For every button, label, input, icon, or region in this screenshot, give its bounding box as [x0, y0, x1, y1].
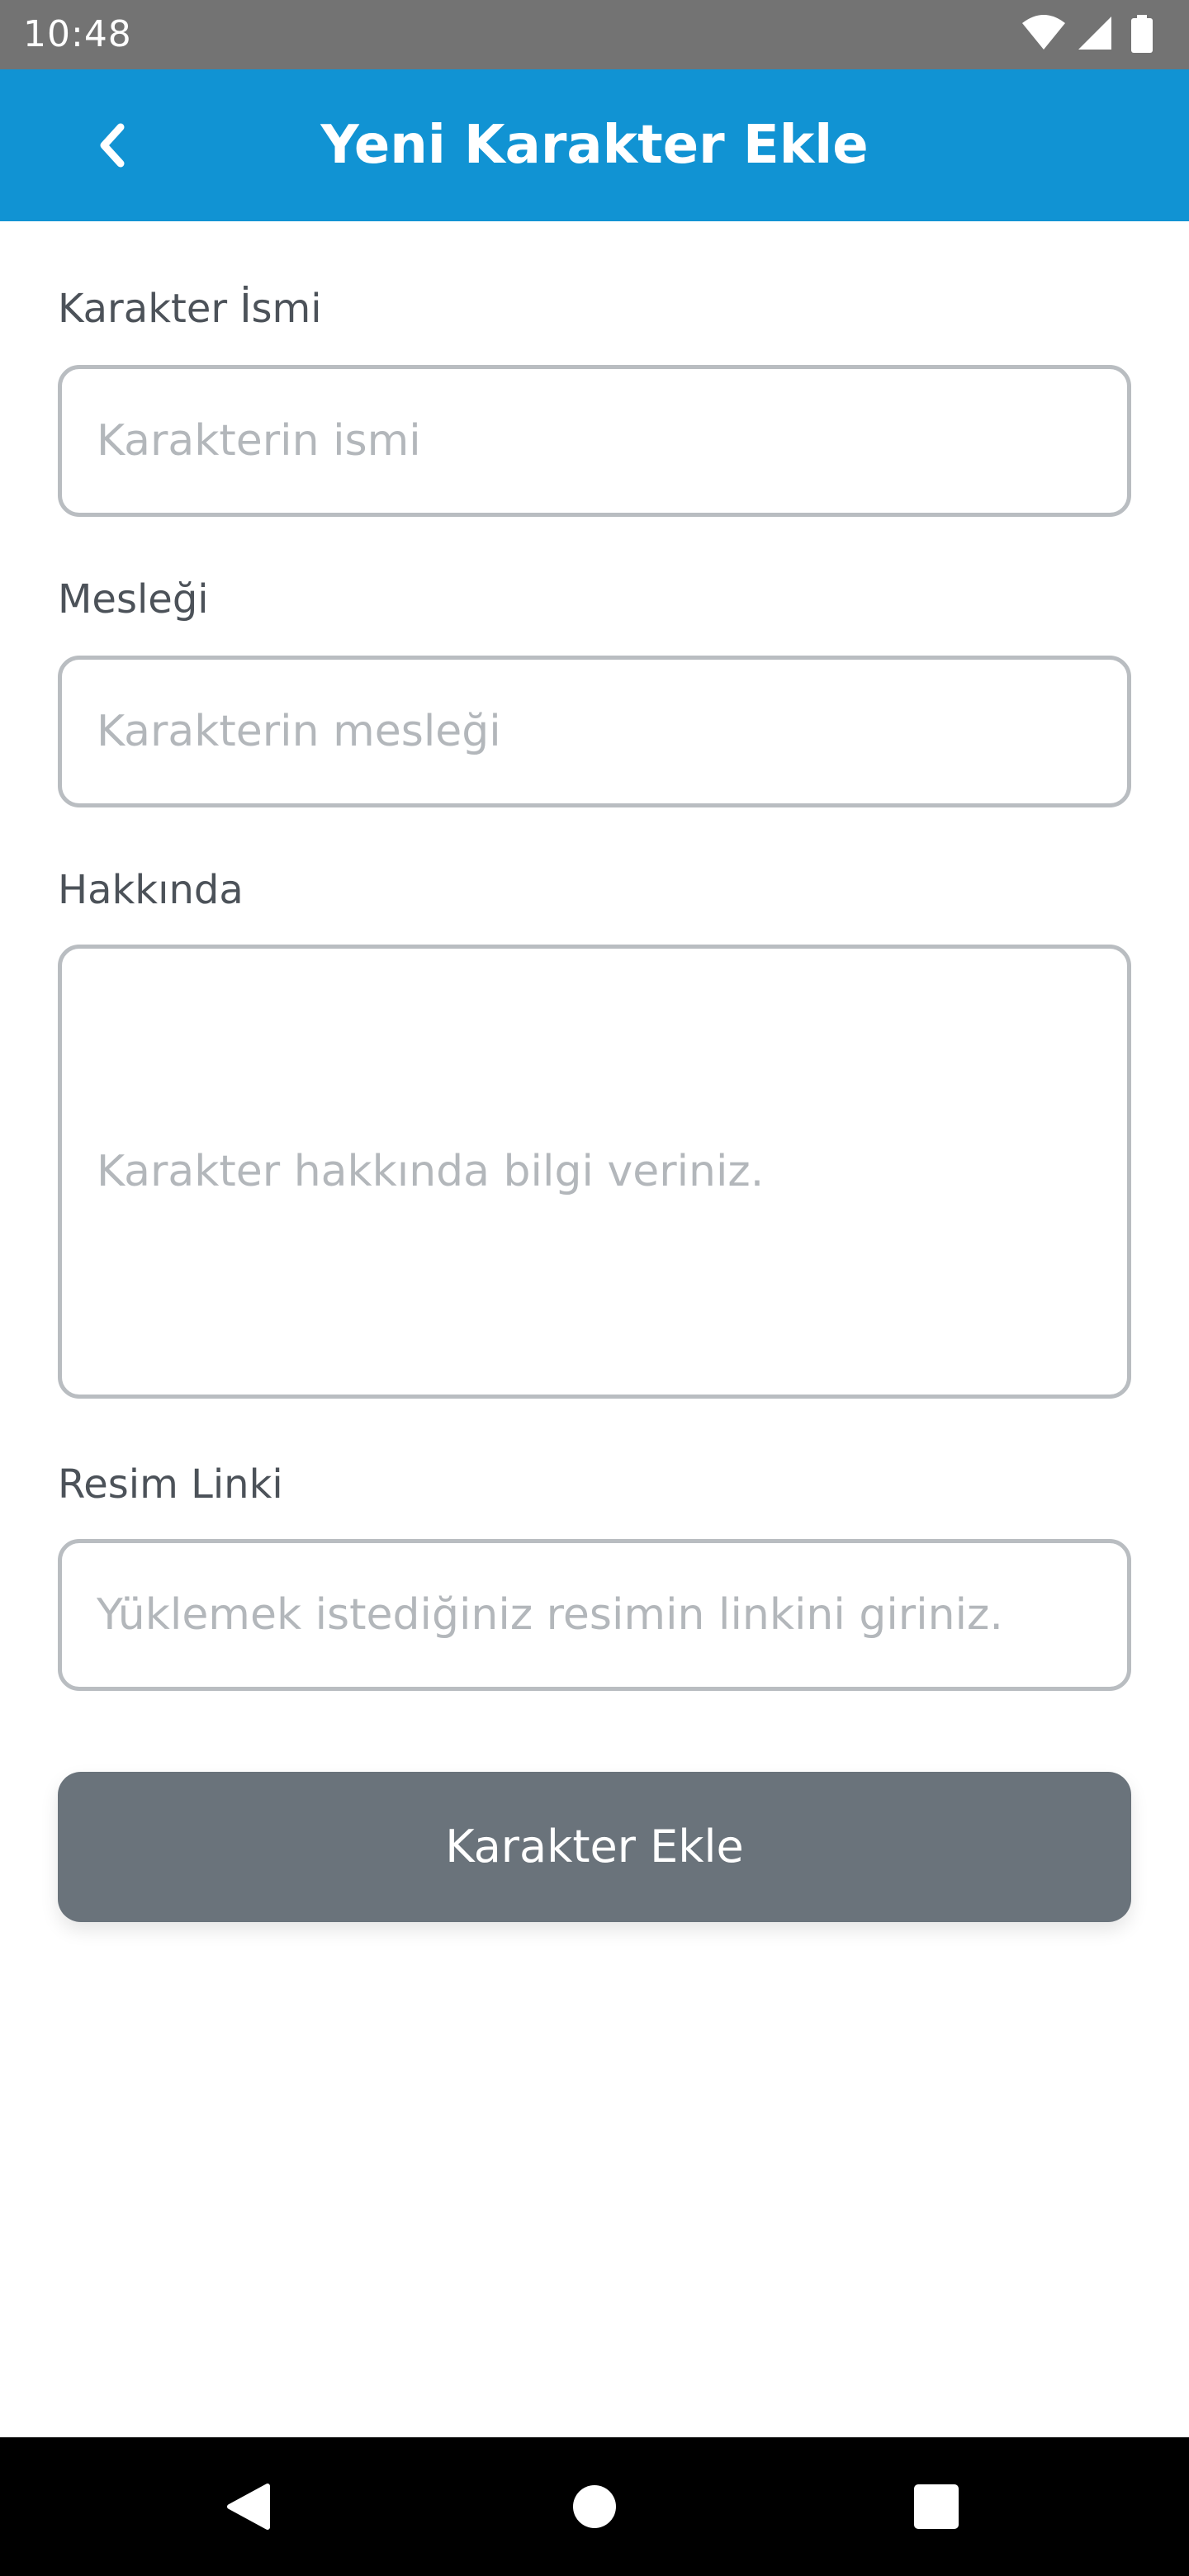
- system-nav-bar: [0, 2437, 1189, 2576]
- add-character-button[interactable]: Karakter Ekle: [58, 1772, 1131, 1922]
- nav-back-button[interactable]: [165, 2437, 330, 2576]
- image-link-field-box: [58, 1539, 1131, 1691]
- status-time: 10:48: [23, 13, 132, 55]
- job-field-box: [58, 656, 1131, 807]
- signal-icon: [1078, 17, 1111, 50]
- back-button[interactable]: [79, 112, 145, 178]
- status-bar: 10:48: [0, 0, 1189, 69]
- job-input[interactable]: [62, 660, 1127, 803]
- about-label: Hakkında: [58, 867, 244, 913]
- about-placeholder: Karakter hakkında bilgi veriniz.: [97, 1147, 765, 1196]
- app-bar: Yeni Karakter Ekle: [0, 69, 1189, 221]
- home-circle-icon: [573, 2485, 616, 2528]
- name-field-box: [58, 365, 1131, 517]
- name-input[interactable]: [62, 369, 1127, 513]
- nav-home-button[interactable]: [512, 2437, 677, 2576]
- image-link-label: Resim Linki: [58, 1461, 283, 1508]
- page-title: Yeni Karakter Ekle: [320, 115, 869, 176]
- image-link-input[interactable]: [62, 1543, 1127, 1687]
- recents-square-icon: [914, 2484, 959, 2529]
- back-triangle-icon: [227, 2484, 270, 2530]
- wifi-icon: [1022, 15, 1065, 50]
- battery-icon: [1131, 15, 1153, 53]
- job-label: Mesleği: [58, 576, 209, 623]
- chevron-left-icon: [100, 123, 125, 168]
- about-textarea[interactable]: Karakter hakkında bilgi veriniz.: [58, 945, 1131, 1399]
- name-label: Karakter İsmi: [58, 286, 322, 332]
- nav-recents-button[interactable]: [854, 2437, 1019, 2576]
